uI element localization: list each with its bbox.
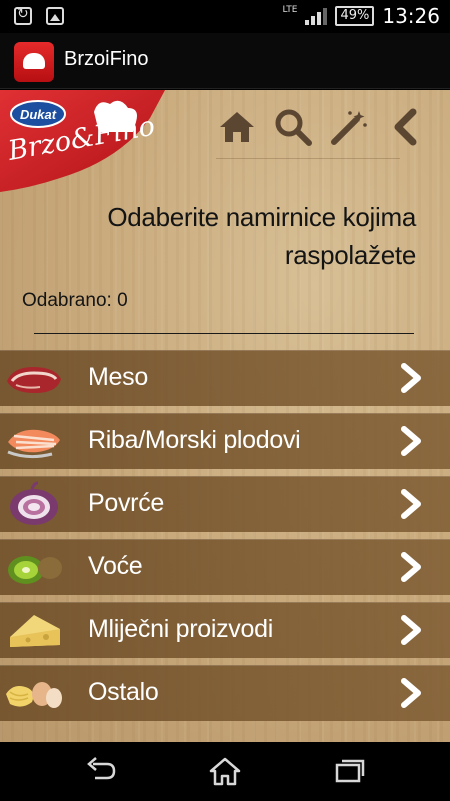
kiwi-icon [8,556,62,584]
back-icon[interactable] [83,756,117,786]
home-icon[interactable] [208,756,242,786]
magic-wand-icon [331,111,367,145]
network-type: LTE [282,5,298,15]
fish-icon [7,429,60,459]
sync-notification-icon [14,6,32,25]
category-label: Ostalo [88,678,159,706]
chevron-right-icon [401,426,421,456]
search-button[interactable] [274,108,312,146]
app-title: BrzoiFino [64,48,149,70]
category-label: Mliječni proizvodi [88,615,273,643]
selected-count: Odabrano: 0 [22,290,128,311]
status-bar: LTE 49% 13:26 [0,0,450,33]
cheese-icon [10,615,60,647]
recent-apps-icon[interactable] [333,756,367,786]
category-label: Voće [88,552,143,580]
toolbar-divider [216,158,400,159]
category-voce[interactable]: Voće [0,539,450,595]
image-notification-icon [46,7,64,25]
pasta-eggs-icon [6,682,62,708]
chevron-right-icon [401,363,421,393]
svg-text:Dukat: Dukat [20,107,57,122]
page-heading: Odaberite namirnice kojima raspolažete [107,202,416,270]
system-nav-bar [0,742,450,801]
category-riba[interactable]: Riba/Morski plodovi [0,413,450,469]
home-button[interactable] [218,108,256,146]
back-chevron-icon [394,108,417,146]
meat-icon [7,367,61,393]
category-povrce[interactable]: Povrće [0,476,450,532]
onion-icon [10,481,58,525]
category-label: Povrće [88,489,165,517]
action-bar: BrzoiFino [0,33,450,89]
back-button[interactable] [386,108,424,146]
app-icon[interactable] [14,42,54,82]
divider [34,333,414,334]
chevron-right-icon [401,552,421,582]
category-ostalo[interactable]: Ostalo [0,665,450,721]
main-content: Dukat Brzo&Fino Odaberite namirnice koji… [0,90,450,742]
chevron-right-icon [401,615,421,645]
magic-wand-button[interactable] [330,108,368,146]
category-label: Riba/Morski plodovi [88,426,301,454]
toolbar [218,108,424,146]
clock: 13:26 [382,4,440,28]
category-mlijecni[interactable]: Mliječni proizvodi [0,602,450,658]
search-icon [275,109,312,146]
chevron-right-icon [401,489,421,519]
home-icon [220,112,254,142]
chevron-right-icon [401,678,421,708]
signal-icon [305,7,328,25]
brand-logo: Dukat Brzo&Fino [0,90,165,192]
category-label: Meso [88,363,148,391]
category-meso[interactable]: Meso [0,350,450,406]
battery-indicator: 49% [335,6,375,26]
category-list: Meso Riba/Morski plodovi Povrće Voće Mli… [0,350,450,728]
